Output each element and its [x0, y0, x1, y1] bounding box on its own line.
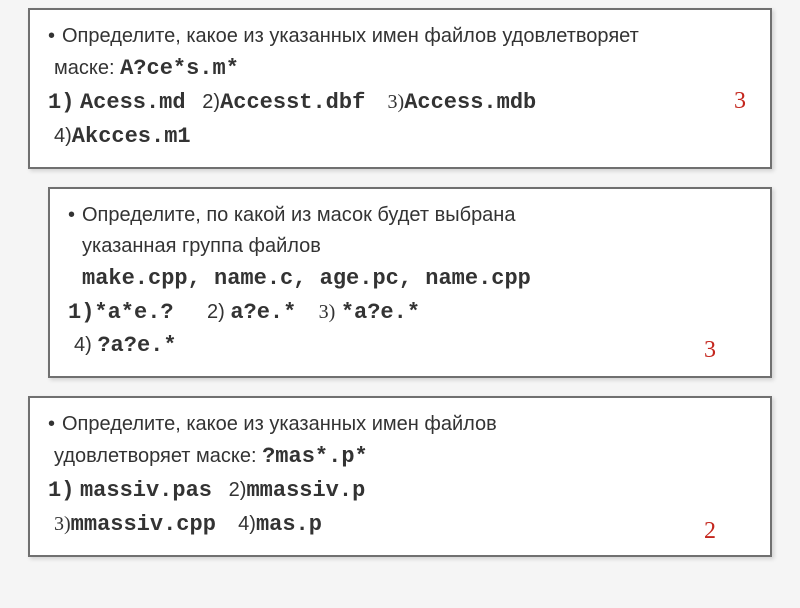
- q3-options-line2: 3)mmassiv.cpp 4)mas.p: [48, 509, 752, 541]
- q3-prompt1: Определите, какое из указанных имен файл…: [62, 413, 497, 435]
- q1-answer: 3: [734, 88, 746, 115]
- q3-num1: 1): [48, 478, 74, 503]
- q3-opt3: mmassiv.cpp: [71, 512, 216, 537]
- q2-opt3: *a?e.*: [341, 300, 420, 325]
- q1-num1: 1): [48, 90, 74, 115]
- q3-prompt-line2: удовлетворяет маске: ?mas*.p*: [48, 441, 752, 473]
- q1-prompt-line2: маске: A?ce*s.m*: [48, 53, 752, 85]
- q1-num3: 3): [388, 91, 405, 113]
- q1-prompt1: Определите, какое из указанных имен файл…: [62, 25, 639, 47]
- q3-mask: ?mas*.p*: [262, 444, 368, 469]
- q3-num3: 3): [54, 513, 71, 535]
- q3-options-line1: 1) massiv.pas 2)mmassiv.p: [48, 475, 752, 507]
- q2-prompt2: указанная группа файлов: [82, 235, 321, 257]
- q3-opt2: mmassiv.p: [246, 478, 365, 503]
- q2-prompt1: Определите, по какой из масок будет выбр…: [82, 204, 515, 226]
- q3-num4: 4): [238, 513, 256, 535]
- q3-num2: 2): [229, 479, 247, 501]
- q1-opt1: Acess.md: [80, 90, 186, 115]
- q1-prompt2: маске:: [54, 57, 115, 79]
- q3-prompt2: удовлетворяет маске:: [54, 445, 257, 467]
- q1-prompt-line1: •Определите, какое из указанных имен фай…: [48, 22, 752, 51]
- q2-num4: 4): [74, 334, 92, 356]
- q3-opt4: mas.p: [256, 512, 322, 537]
- q1-mask: A?ce*s.m*: [120, 56, 239, 81]
- q2-files-list: make.cpp, name.c, age.pc, name.cpp: [82, 266, 531, 291]
- q3-opt1: massiv.pas: [80, 478, 212, 503]
- q1-opt3: Access.mdb: [404, 90, 536, 115]
- q1-num2: 2): [202, 91, 220, 113]
- q2-opt4: ?a?e.*: [97, 333, 176, 358]
- q2-options-line1: 1)*a*e.? 2) a?e.* 3) *a?e.*: [68, 297, 752, 329]
- q2-files: make.cpp, name.c, age.pc, name.cpp: [68, 263, 752, 295]
- q2-prompt-line1: •Определите, по какой из масок будет выб…: [68, 201, 752, 230]
- q2-num3: 3): [319, 301, 336, 323]
- q2-opt2: a?e.*: [230, 300, 296, 325]
- q2-num2: 2): [207, 301, 225, 323]
- q1-opt4: Akcces.m1: [72, 124, 191, 149]
- q2-num1: 1): [68, 300, 94, 325]
- question-box-3: •Определите, какое из указанных имен фай…: [28, 396, 772, 557]
- q2-opt1: *a*e.?: [94, 300, 173, 325]
- q1-num4: 4): [54, 125, 72, 147]
- q1-opt2: Accesst.dbf: [220, 90, 365, 115]
- q1-options-line2: 4)Akcces.m1: [48, 121, 752, 153]
- q2-answer: 3: [704, 337, 716, 364]
- q3-prompt-line1: •Определите, какое из указанных имен фай…: [48, 410, 752, 439]
- q1-options-line1: 1) Acess.md 2)Accesst.dbf 3)Access.mdb: [48, 87, 752, 119]
- q2-prompt-line2: указанная группа файлов: [68, 232, 752, 261]
- question-box-2: •Определите, по какой из масок будет выб…: [48, 187, 772, 379]
- question-box-1: •Определите, какое из указанных имен фай…: [28, 8, 772, 169]
- q2-options-line2: 4) ?a?e.*: [68, 330, 752, 362]
- q3-answer: 2: [704, 518, 716, 545]
